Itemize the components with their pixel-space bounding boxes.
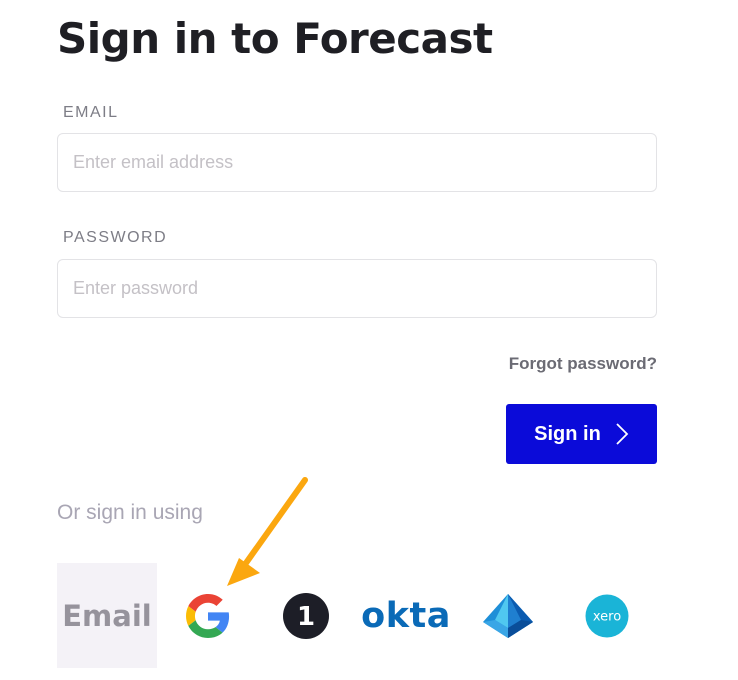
- email-input[interactable]: [57, 133, 657, 192]
- sign-in-label: Sign in: [534, 422, 601, 445]
- forgot-password-link[interactable]: Forgot password?: [509, 354, 657, 374]
- alt-signin-heading: Or sign in using: [57, 501, 203, 524]
- email-provider-label: Email: [62, 598, 152, 633]
- email-provider-button[interactable]: Email: [57, 563, 157, 668]
- google-signin-button[interactable]: [180, 563, 236, 668]
- sign-in-button[interactable]: Sign in: [506, 404, 657, 464]
- okta-signin-button[interactable]: okta: [356, 563, 456, 668]
- email-label: EMAIL: [63, 104, 119, 121]
- okta-icon: okta: [361, 595, 451, 636]
- xero-icon-label: xero: [593, 609, 621, 624]
- onepassword-icon: 1: [283, 592, 329, 639]
- onepassword-signin-button[interactable]: 1: [276, 563, 336, 668]
- password-label: PASSWORD: [63, 229, 168, 246]
- password-input[interactable]: [57, 259, 657, 318]
- xero-signin-button[interactable]: xero: [582, 563, 632, 668]
- azure-ad-icon: [483, 593, 533, 638]
- onepassword-icon-label: 1: [297, 602, 315, 632]
- google-icon: [186, 593, 230, 638]
- page-title: Sign in to Forecast: [57, 14, 493, 63]
- xero-icon: xero: [585, 594, 629, 637]
- azure-ad-signin-button[interactable]: [478, 563, 538, 668]
- chevron-right-icon: [616, 423, 629, 445]
